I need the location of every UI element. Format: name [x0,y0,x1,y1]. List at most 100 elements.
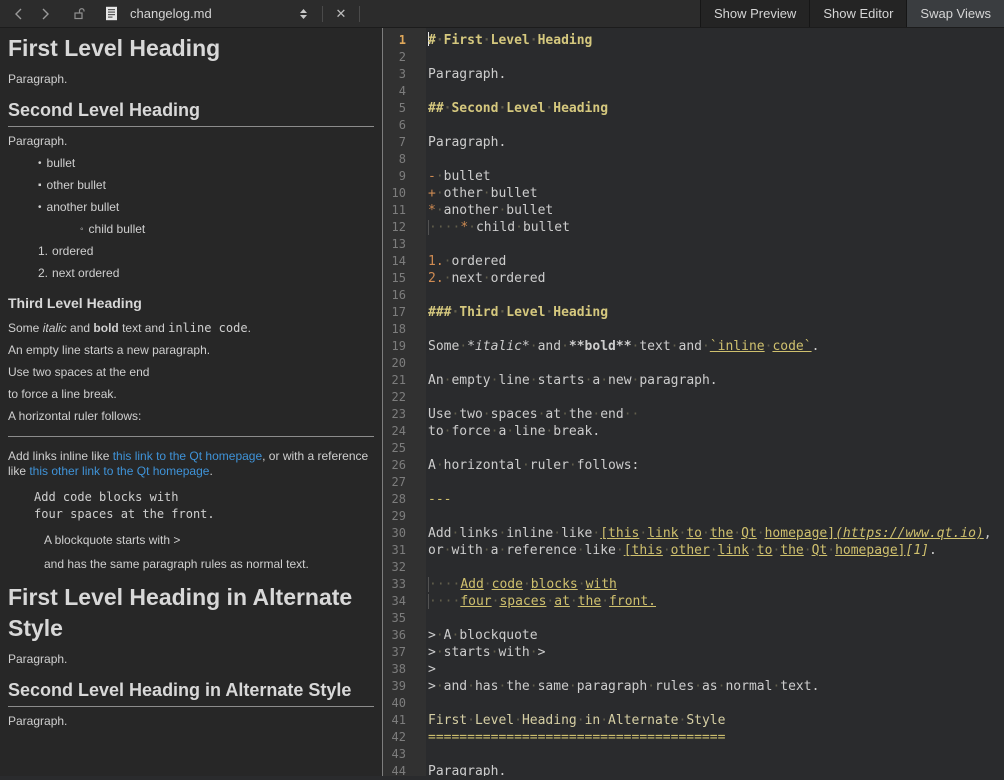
whitespace-dot: · [553,525,561,542]
split-updown-icon[interactable] [292,3,314,25]
markdown-preview-pane[interactable]: First Level HeadingParagraph.Second Leve… [0,28,383,776]
line-number: 43 [383,746,426,763]
list-item-text: ordered [52,244,93,258]
list-marker: • [38,202,42,213]
editor-line [428,49,1004,66]
preview-paragraph: Paragraph. [8,714,374,729]
blockquote-line: A blockquote starts with > [44,533,374,548]
code-segment: * [460,220,468,235]
code-segment: ···· [428,594,460,609]
back-button[interactable] [8,3,30,25]
whitespace-dot: ·· [624,406,640,423]
line-number: 26 [383,457,426,474]
editor-split-view: First Level HeadingParagraph.Second Leve… [0,28,1004,776]
editor-line: ##·Second·Level·Heading [428,100,1004,117]
editor-line [428,746,1004,763]
whitespace-dot: · [569,457,577,474]
whitespace-dot: · [679,712,687,729]
close-document-button[interactable]: ✕ [331,6,351,22]
whitespace-dot: · [765,338,773,355]
whitespace-dot: · [436,185,444,202]
line-number: 27 [383,474,426,491]
whitespace-dot: · [483,406,491,423]
whitespace-dot: · [577,542,585,559]
whitespace-dot: · [616,542,624,559]
line-number: 39 [383,678,426,695]
code-segment: . [929,543,937,558]
show-editor-button[interactable]: Show Editor [809,0,906,27]
markdown-editor-window: changelog.md ✕ Show Preview Show Editor … [0,0,1004,776]
whitespace-dot: · [514,712,522,729]
line-number: 11 [383,202,426,219]
whitespace-dot: · [757,525,765,542]
editor-line [428,355,1004,372]
whitespace-dot: · [601,593,609,610]
swap-views-button[interactable]: Swap Views [906,0,1004,27]
forward-button[interactable] [34,3,56,25]
code-segment: First·Level·Heading·in·Alternate·Style [428,713,725,728]
code-segment: An·empty·line·starts·a·new·paragraph. [428,373,718,388]
editor-line [428,287,1004,304]
editor-line: First·Level·Heading·in·Alternate·Style [428,712,1004,729]
preview-link[interactable]: this other link to the Qt homepage [29,464,209,478]
show-preview-button[interactable]: Show Preview [700,0,809,27]
editor-line: 1.·ordered [428,253,1004,270]
code-segment: , [984,526,992,541]
whitespace-dot: · [444,100,452,117]
preview-paragraph: Use two spaces at the end [8,365,374,380]
line-number: 30 [383,525,426,542]
line-number: 35 [383,610,426,627]
whitespace-dot: · [459,338,467,355]
preview-text-span: Paragraph. [8,714,67,728]
preview-paragraph: An empty line starts a new paragraph. [8,343,374,358]
list-marker: 2. [38,266,48,280]
lock-open-icon [68,3,90,25]
whitespace-dot: · [546,593,554,610]
list-marker: 1. [38,244,48,258]
whitespace-dot: · [522,457,530,474]
line-number: 23 [383,406,426,423]
list-item-text: another bullet [47,200,120,214]
editor-line: Some·*italic*·and·**bold**·text·and·`inl… [428,338,1004,355]
line-number: 13 [383,236,426,253]
line-number: 5 [383,100,426,117]
editor-line [428,695,1004,712]
preview-list-item: •bullet [8,156,374,171]
whitespace-dot: · [436,678,444,695]
code-segment: . [812,339,820,354]
toolbar-separator [322,6,323,22]
markdown-source-editor[interactable]: #·First·Level·Heading Paragraph. ##·Second… [426,28,1004,776]
code-segment: [this·other·link·to·the·Qt·homepage] [624,543,906,558]
line-number: 21 [383,372,426,389]
code-segment: 2. [428,271,444,286]
code-segment: ·bullet [436,169,491,184]
code-segment: Paragraph. [428,764,506,776]
preview-text-span: Use two spaces at the end [8,365,149,379]
whitespace-dot: · [772,678,780,695]
code-segment: ##·Second·Level·Heading [428,101,608,116]
code-segment: ···· [428,220,460,235]
code-segment: Paragraph. [428,135,506,150]
whitespace-dot: · [515,219,523,236]
preview-horizontal-rule [8,436,374,437]
line-number: 42 [383,729,426,746]
open-document-dropdown[interactable]: changelog.md [130,6,280,21]
preview-link[interactable]: this link to the Qt homepage [113,449,262,463]
whitespace-dot: · [451,525,459,542]
code-segment: 1. [428,254,444,269]
editor-line: ····Add·code·blocks·with [428,576,1004,593]
whitespace-dot: · [444,253,452,270]
blockquote-line: and has the same paragraph rules as norm… [44,557,374,572]
markdown-editor-pane: 1234567891011121314151617181920212223242… [383,28,1004,776]
code-segment: Some· [428,339,467,354]
preview-text-span: italic [43,321,67,335]
preview-list-item: 2.next ordered [8,266,374,281]
whitespace-dot: · [506,423,514,440]
line-number: 37 [383,644,426,661]
editor-line: #·First·Level·Heading [428,32,1004,49]
whitespace-dot: · [530,32,538,49]
editor-line [428,236,1004,253]
code-segment: ###·Third·Level·Heading [428,305,608,320]
whitespace-dot: · [468,219,476,236]
code-segment: #·First·Level·Heading [428,33,592,48]
